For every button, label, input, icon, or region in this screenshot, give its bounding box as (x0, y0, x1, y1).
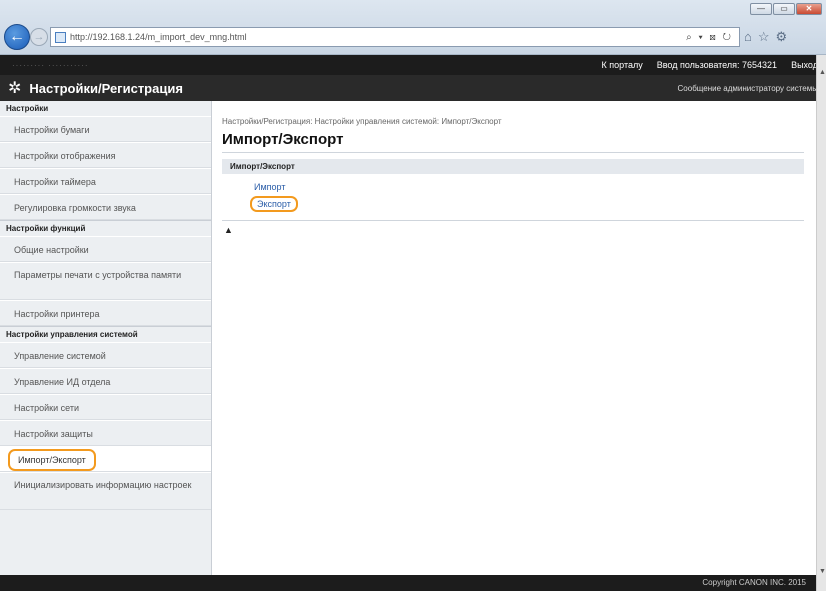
sidebar-section-functions: Настройки функций (0, 220, 211, 236)
panel-heading: Импорт/Экспорт (222, 159, 804, 174)
sidebar: Настройки Настройки бумаги Настройки ото… (0, 101, 212, 575)
sidebar-item-printer[interactable]: Настройки принтера (0, 300, 211, 326)
breadcrumb: Настройки/Регистрация: Настройки управле… (222, 117, 502, 126)
sidebar-item-import-export[interactable]: Импорт/Экспорт (0, 446, 211, 472)
address-bar[interactable]: http://192.168.1.24/m_import_dev_mng.htm… (50, 27, 740, 47)
scrollbar[interactable]: ▲ ▼ (816, 55, 826, 591)
minimize-button[interactable]: — (750, 3, 772, 15)
back-arrow-icon[interactable]: ← (4, 24, 30, 50)
import-link[interactable]: Импорт (254, 182, 804, 192)
sidebar-item-system-mgmt[interactable]: Управление системой (0, 342, 211, 368)
section-divider (222, 220, 804, 221)
top-bar: ········· ··········· К порталу Ввод пол… (0, 55, 826, 75)
back-to-top-icon[interactable]: ▲ (224, 225, 804, 235)
sidebar-item-memory-print[interactable]: Параметры печати с устройства памяти (0, 262, 211, 300)
login-label: Ввод пользователя: (656, 60, 740, 70)
star-icon[interactable]: ☆ (758, 29, 770, 45)
sidebar-item-volume[interactable]: Регулировка громкости звука (0, 194, 211, 220)
export-link[interactable]: Экспорт (250, 196, 298, 212)
toolbar-icons: ⌂ ☆ ⚙ (744, 29, 787, 45)
sidebar-item-timer[interactable]: Настройки таймера (0, 168, 211, 194)
portal-link[interactable]: К порталу (602, 60, 643, 70)
app-title: Настройки/Регистрация (29, 80, 183, 96)
sidebar-item-dept-id[interactable]: Управление ИД отдела (0, 368, 211, 394)
page-title: Импорт/Экспорт (222, 131, 344, 148)
admin-message-link[interactable]: Сообщение администратору системы (678, 84, 826, 93)
scroll-up-icon[interactable]: ▲ (819, 69, 826, 76)
sidebar-item-paper[interactable]: Настройки бумаги (0, 116, 211, 142)
main-content: Настройки/Регистрация: Настройки управле… (222, 101, 804, 575)
home-icon[interactable]: ⌂ (744, 29, 752, 45)
close-button[interactable]: ✕ (796, 3, 822, 15)
title-bar: ✲ Настройки/Регистрация Сообщение админи… (0, 75, 826, 101)
scroll-down-icon[interactable]: ▼ (819, 568, 826, 575)
page-icon (55, 31, 66, 43)
footer: Copyright CANON INC. 2015 (0, 575, 816, 591)
sidebar-section-system: Настройки управления системой (0, 326, 211, 342)
maximize-button[interactable]: ▭ (773, 3, 795, 15)
sidebar-item-init-settings[interactable]: Инициализировать информацию настроек (0, 472, 211, 510)
login-info: Ввод пользователя: 7654321 (657, 60, 777, 70)
gear-icon[interactable]: ⚙ (776, 29, 788, 45)
forward-arrow-icon[interactable]: → (30, 28, 48, 46)
sidebar-item-display[interactable]: Настройки отображения (0, 142, 211, 168)
settings-gear-icon: ✲ (8, 80, 22, 97)
address-url[interactable]: http://192.168.1.24/m_import_dev_mng.htm… (70, 32, 247, 42)
device-name: ········· ··········· (12, 61, 89, 70)
sidebar-item-common[interactable]: Общие настройки (0, 236, 211, 262)
sidebar-item-security[interactable]: Настройки защиты (0, 420, 211, 446)
browser-chrome: — ▭ ✕ ← → http://192.168.1.24/m_import_d… (0, 0, 826, 55)
window-controls: — ▭ ✕ (750, 3, 822, 15)
address-tools[interactable]: ⌕ ▾ ⊠ ↻ (686, 32, 739, 43)
logout-link[interactable]: Выход (791, 60, 818, 70)
title-divider (222, 152, 804, 153)
user-id: 7654321 (742, 60, 778, 70)
copyright-text: Copyright CANON INC. 2015 (702, 578, 806, 587)
sidebar-section-settings: Настройки (0, 101, 211, 116)
sidebar-item-network[interactable]: Настройки сети (0, 394, 211, 420)
sidebar-item-import-export-label[interactable]: Импорт/Экспорт (8, 449, 96, 471)
